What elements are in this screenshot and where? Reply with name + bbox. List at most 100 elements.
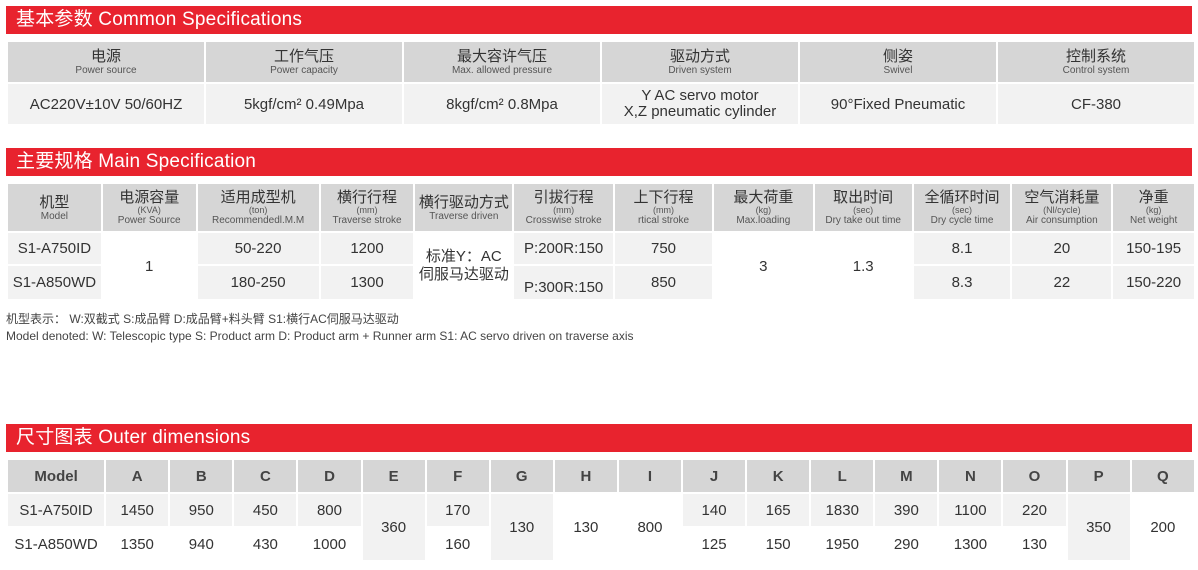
header-k: K [747, 460, 810, 492]
cell-a: 1350 [106, 528, 169, 560]
header-max-loading: 最大荷重 (kg) Max.loading [713, 184, 813, 231]
value-swivel: 90°Fixed Pneumatic [800, 84, 996, 124]
header-model: 机型 Model [8, 184, 101, 231]
cell-n: 1100 [939, 494, 1002, 526]
header-crosswise-stroke: 引拔行程 (mm) Crosswise stroke [514, 184, 614, 231]
cell-f: 160 [426, 528, 489, 560]
table-row: S1-A750ID 1 50-220 1200 标准Y：AC 伺服马达驱动 P:2… [8, 233, 1194, 299]
header-recommended-imm: 适用成型机 (ton) Recommendedl.M.M [197, 184, 319, 231]
table-row: S1-A750ID 1450 950 450 800 360 170 130 1… [8, 494, 1194, 560]
cell-e: 360 [362, 494, 425, 560]
header-traverse-stroke: 横行行程 (mm) Traverse stroke [320, 184, 414, 231]
cell-weight: 150-195 [1113, 233, 1194, 264]
cell-m: 390 [875, 494, 938, 526]
cell-d: 1000 [298, 528, 361, 560]
cell-traverse-driven: 标准Y：AC 伺服马达驱动 [415, 233, 513, 299]
cell-imm: 180-250 [197, 266, 319, 299]
cell-l: 1950 [811, 528, 874, 560]
main-specification-table: 机型 Model 电源容量 (KVA) Power Source 适用成型机 (ton)… [6, 182, 1196, 301]
cell-f: 170 [426, 494, 489, 526]
cell-crosswise: P:200R:150 [514, 233, 614, 264]
cell-vertical: 850 [615, 266, 712, 299]
cell-vertical: 750 [615, 233, 712, 264]
cell-model: S1-A750ID [8, 494, 105, 526]
cell-max-loading: 3 [713, 233, 813, 299]
cell-l: 1830 [811, 494, 874, 526]
header-a: A [106, 460, 169, 492]
cell-i: 800 [618, 494, 681, 560]
header-traverse-driven: 横行驱动方式 Traverse driven [415, 184, 513, 231]
cell-n: 1300 [939, 528, 1002, 560]
cell-o: 220 [1003, 494, 1066, 526]
header-power-capacity: 工作气压 Power capacity [206, 42, 402, 82]
cell-traverse: 1300 [320, 266, 414, 299]
cell-model: S1-A750ID [8, 233, 101, 264]
header-e: E [362, 460, 425, 492]
cell-c: 430 [234, 528, 297, 560]
cell-air: 22 [1012, 266, 1112, 299]
cell-b: 950 [170, 494, 233, 526]
outer-dimensions-title: 尺寸图表 Outer dimensions [6, 424, 1192, 452]
value-power-capacity: 5kgf/cm² 0.49Mpa [206, 84, 402, 124]
cell-o: 130 [1003, 528, 1066, 560]
header-model: Model [8, 460, 105, 492]
cell-k: 150 [747, 528, 810, 560]
header-cycle-time: 全循环时间 (sec) Dry cycle time [913, 184, 1011, 231]
cell-traverse: 1200 [320, 233, 414, 264]
cell-air: 20 [1012, 233, 1112, 264]
cell-q: 200 [1131, 494, 1194, 560]
cell-a: 1450 [106, 494, 169, 526]
header-take-out-time: 取出时间 (sec) Dry take out time [814, 184, 912, 231]
cell-c: 450 [234, 494, 297, 526]
header-l: L [811, 460, 874, 492]
value-control-system: CF-380 [998, 84, 1194, 124]
header-m: M [875, 460, 938, 492]
cell-m: 290 [875, 528, 938, 560]
header-power-source: 电源 Power source [8, 42, 204, 82]
cell-model: S1-A850WD [8, 266, 101, 299]
header-g: G [490, 460, 553, 492]
outer-dimensions-table: Model A B C D E F G H I J K L M N O P Q … [6, 458, 1196, 562]
common-specifications-table: 电源 Power source 工作气压 Power capacity 最大容许气压… [6, 40, 1196, 126]
main-specification-title: 主要规格 Main Specification [6, 148, 1192, 176]
cell-power: 1 [102, 233, 196, 299]
header-swivel: 侧姿 Swivel [800, 42, 996, 82]
cell-d: 800 [298, 494, 361, 526]
header-b: B [170, 460, 233, 492]
header-i: I [618, 460, 681, 492]
cell-take-out: 1.3 [814, 233, 912, 299]
header-h: H [554, 460, 617, 492]
cell-k: 165 [747, 494, 810, 526]
cell-weight: 150-220 [1113, 266, 1194, 299]
cell-b: 940 [170, 528, 233, 560]
header-p: P [1067, 460, 1130, 492]
header-net-weight: 净重 (kg) Net weight [1113, 184, 1194, 231]
header-n: N [939, 460, 1002, 492]
cell-cycle: 8.3 [913, 266, 1011, 299]
header-f: F [426, 460, 489, 492]
header-o: O [1003, 460, 1066, 492]
cell-j: 140 [683, 494, 746, 526]
header-j: J [683, 460, 746, 492]
value-power-source: AC220V±10V 50/60HZ [8, 84, 204, 124]
header-driven-system: 驱动方式 Driven system [602, 42, 798, 82]
cell-p: 350 [1067, 494, 1130, 560]
cell-imm: 50-220 [197, 233, 319, 264]
model-denoted-en: Model denoted: W: Telescopic type S: Pro… [6, 329, 634, 343]
header-q: Q [1131, 460, 1194, 492]
header-c: C [234, 460, 297, 492]
cell-j: 125 [683, 528, 746, 560]
header-max-pressure: 最大容许气压 Max. allowed pressure [404, 42, 600, 82]
cell-h: 130 [554, 494, 617, 560]
value-max-pressure: 8kgf/cm² 0.8Mpa [404, 84, 600, 124]
cell-crosswise: P:300R:150 [514, 266, 614, 299]
cell-cycle: 8.1 [913, 233, 1011, 264]
header-power-kva: 电源容量 (KVA) Power Source [102, 184, 196, 231]
model-denoted-cn: 机型表示： W:双截式 S:成品臂 D:成品臂+料头臂 S1:横行AC伺服马达驱… [6, 312, 399, 326]
common-specifications-title: 基本参数 Common Specifications [6, 6, 1192, 34]
cell-g: 130 [490, 494, 553, 560]
cell-model: S1-A850WD [8, 528, 105, 560]
header-d: D [298, 460, 361, 492]
value-driven-system: Y AC servo motor X,Z pneumatic cylinder [602, 84, 798, 124]
header-vertical-stroke: 上下行程 (mm) rtical stroke [615, 184, 712, 231]
